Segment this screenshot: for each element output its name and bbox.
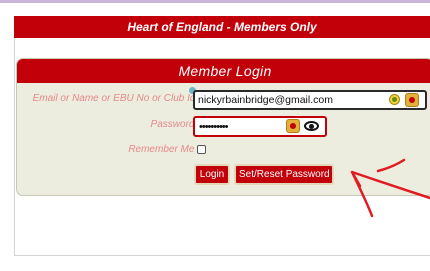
email-row: Email or Name or EBU No or Club Id : — [17, 87, 430, 110]
email-label: Email or Name or EBU No or Club Id : — [32, 93, 201, 104]
extension-icon[interactable] — [389, 94, 400, 105]
remember-row: Remember Me : — [17, 141, 430, 161]
remember-me-label: Remember Me : — [128, 144, 200, 155]
password-manager-key-icon[interactable] — [405, 93, 419, 107]
login-panel-header: Member Login — [17, 59, 430, 83]
password-row: Password : — [17, 116, 430, 137]
password-manager-key-icon[interactable] — [286, 119, 300, 133]
login-button[interactable]: Login — [194, 164, 230, 185]
top-border — [0, 0, 430, 3]
login-panel-title: Member Login — [178, 63, 272, 79]
page-title: Heart of England - Members Only — [127, 20, 317, 34]
page-header: Heart of England - Members Only — [14, 16, 430, 38]
login-panel: Member Login Email or Name or EBU No or … — [16, 58, 430, 196]
remember-me-checkbox[interactable] — [197, 145, 206, 154]
set-reset-password-button[interactable]: Set/Reset Password — [234, 164, 334, 185]
eye-icon[interactable] — [304, 121, 319, 131]
